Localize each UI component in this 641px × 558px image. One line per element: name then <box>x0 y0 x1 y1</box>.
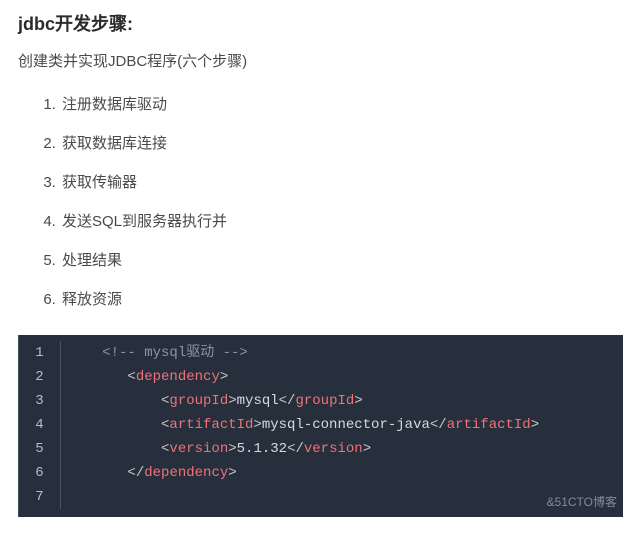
list-item: 获取数据库连接 <box>60 132 623 153</box>
list-item: 处理结果 <box>60 249 623 270</box>
list-item: 获取传输器 <box>60 171 623 192</box>
list-item: 释放资源 <box>60 288 623 309</box>
line-number: 1 <box>19 341 61 365</box>
line-number: 5 <box>19 437 61 461</box>
code-line: 5 <version>5.1.32</version> <box>19 437 623 461</box>
line-number: 3 <box>19 389 61 413</box>
list-item: 注册数据库驱动 <box>60 93 623 114</box>
code-comment: <!-- mysql驱动 --> <box>102 345 248 361</box>
page-title: jdbc开发步骤: <box>18 10 623 36</box>
code-line: 6 </dependency> <box>19 461 623 485</box>
subtitle: 创建类并实现JDBC程序(六个步骤) <box>18 50 623 71</box>
steps-list: 注册数据库驱动 获取数据库连接 获取传输器 发送SQL到服务器执行并 处理结果 … <box>18 93 623 309</box>
line-number: 7 <box>19 485 61 509</box>
line-number: 4 <box>19 413 61 437</box>
code-line: 3 <groupId>mysql</groupId> <box>19 389 623 413</box>
code-line: 2 <dependency> <box>19 365 623 389</box>
code-line: 1 <!-- mysql驱动 --> <box>19 341 623 365</box>
line-number: 6 <box>19 461 61 485</box>
watermark: &51CTO博客 <box>547 490 617 514</box>
code-block: 1 <!-- mysql驱动 --> 2 <dependency> 3 <gro… <box>18 335 623 517</box>
line-number: 2 <box>19 365 61 389</box>
code-line: 7 <box>19 485 623 509</box>
list-item: 发送SQL到服务器执行并 <box>60 210 623 231</box>
code-line: 4 <artifactId>mysql-connector-java</arti… <box>19 413 623 437</box>
